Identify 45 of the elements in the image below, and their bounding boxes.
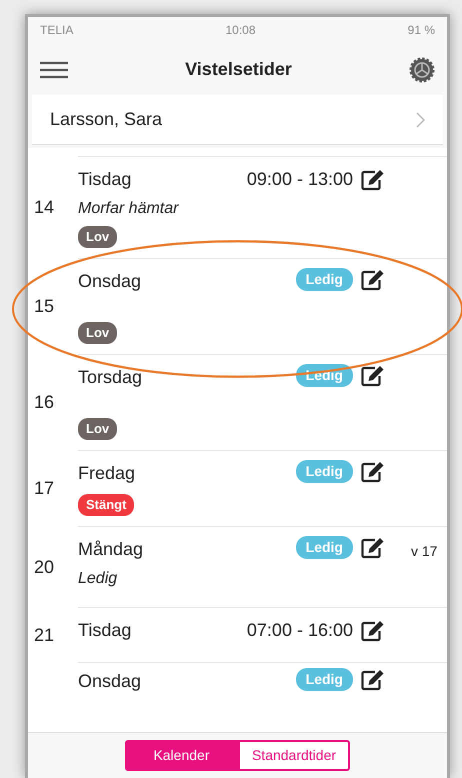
weekday-label: Tisdag [78,619,132,642]
carrier-label: TELIA [40,22,74,39]
weekday-label: Onsdag [78,670,142,693]
weekday-label: Onsdag [78,270,142,293]
edit-icon[interactable] [361,536,385,558]
day-number: 21 [34,624,54,646]
time-range: 09:00 - 13:00 [246,168,353,191]
weekday-label: Torsdag [78,366,142,389]
tag-badge: Lov [78,418,118,440]
tab[interactable]: Standardtider [238,740,350,771]
clock-label: 10:08 [225,22,256,39]
note-text: Ledig [78,569,118,589]
tag-badge: Lov [78,226,118,248]
status-badge: Ledig [296,268,353,291]
tag-badge: Stängt [78,494,134,516]
tag-badge: Lov [78,322,118,344]
tab[interactable]: Kalender [124,740,238,771]
child-name: Larsson, Sara [50,108,162,131]
chevron-right-icon [416,112,425,128]
screen-title: Vistelsetider [185,59,292,81]
edit-icon[interactable] [361,364,385,386]
week-label: v 17 [411,543,438,559]
status-badge: Ledig [296,460,353,483]
edit-icon[interactable] [361,460,385,482]
note-text: Morfar hämtar [78,199,180,219]
day-number: 16 [34,391,54,414]
edit-icon[interactable] [361,168,385,190]
day-number: 20 [34,556,54,578]
status-badge: Ledig [296,536,353,559]
day-number: 14 [34,196,54,219]
child-selector[interactable]: Larsson, Sara [32,95,443,145]
day-number: 17 [34,477,54,500]
weekday-label: Fredag [78,462,136,485]
edit-icon[interactable] [361,668,385,690]
day-row[interactable]: Onsdag Ledig [78,662,447,704]
weekday-label: Tisdag [78,168,132,191]
weekday-label: Måndag [78,538,144,561]
settings-icon[interactable] [408,57,435,83]
time-range: 07:00 - 16:00 [246,619,353,642]
battery-label: 91 % [408,22,435,39]
edit-icon[interactable] [361,268,385,290]
day-number: 15 [34,295,54,318]
status-badge: Ledig [296,668,353,691]
edit-icon[interactable] [361,620,385,642]
menu-icon[interactable] [40,61,68,79]
